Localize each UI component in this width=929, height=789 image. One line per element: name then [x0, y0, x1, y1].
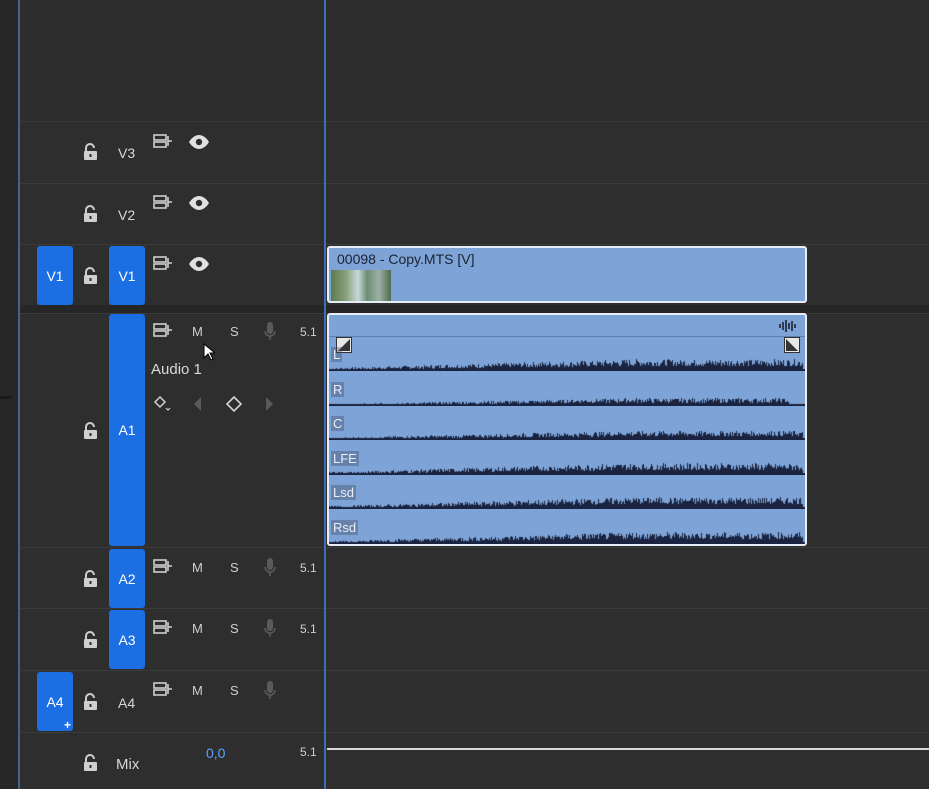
microphone-icon[interactable]	[263, 618, 277, 640]
track-name[interactable]: Audio 1	[151, 361, 202, 378]
channel-label: C	[331, 416, 345, 431]
source-patch-v1[interactable]: V1	[37, 246, 73, 305]
mute-button[interactable]: M	[192, 621, 203, 636]
audio-channel-c: C	[329, 406, 805, 440]
plus-icon: +	[63, 718, 71, 732]
track-row-v2: V2	[20, 183, 929, 244]
track-label-mix: Mix	[116, 756, 140, 773]
audio-channel-r: R	[329, 371, 805, 406]
channel-format: 5.1	[300, 745, 317, 759]
track-header-v2: V2	[20, 184, 324, 244]
mix-track-line	[327, 748, 929, 750]
sync-lock-icon[interactable]	[153, 133, 173, 149]
audio-clip[interactable]: L R C LFE Lsd Rsd	[327, 313, 807, 546]
track-header-v3: V3	[20, 122, 324, 183]
timeline-panel: V3 V2 V1 V1 A1 M S 5.1 Audio 1 A2 M S 5.…	[0, 0, 929, 789]
microphone-icon[interactable]	[263, 321, 277, 343]
track-label-a4[interactable]: A4	[118, 695, 135, 711]
timeline-header-area	[20, 0, 929, 121]
track-row-a3: A3 M S 5.1	[20, 608, 929, 670]
audio-channel-lsd: Lsd	[329, 475, 805, 509]
track-target-v1[interactable]: V1	[109, 246, 145, 305]
solo-button[interactable]: S	[230, 560, 239, 575]
panel-resize-handle[interactable]	[0, 396, 12, 399]
track-label-v3: V3	[118, 145, 136, 161]
keyframe-diamond-icon[interactable]	[152, 394, 172, 414]
sync-lock-icon[interactable]	[153, 558, 173, 574]
channel-format: 5.1	[300, 561, 317, 575]
channel-format: 5.1	[300, 622, 317, 636]
add-keyframe-icon[interactable]	[225, 395, 243, 413]
lock-open-icon[interactable]	[82, 753, 100, 773]
clip-name: 00098 - Copy.MTS [V]	[337, 251, 475, 267]
channel-label: L	[331, 347, 343, 362]
sync-lock-icon[interactable]	[153, 619, 173, 635]
track-header-v1: V1 V1	[20, 245, 324, 305]
waveform	[329, 475, 805, 509]
prev-keyframe-icon[interactable]	[192, 395, 204, 413]
track-header-a3: A3 M S 5.1	[20, 609, 324, 670]
track-header-a4: A4 + A4 M S	[20, 671, 324, 732]
eye-icon[interactable]	[188, 134, 210, 150]
track-row-v3: V3	[20, 121, 929, 183]
video-clip[interactable]: 00098 - Copy.MTS [V]	[327, 246, 807, 303]
lock-open-icon[interactable]	[82, 569, 100, 589]
channel-label: Rsd	[331, 519, 359, 535]
lock-open-icon[interactable]	[82, 421, 100, 441]
waveform	[329, 406, 805, 440]
microphone-icon[interactable]	[263, 557, 277, 579]
channel-label: R	[331, 381, 345, 397]
eye-icon[interactable]	[188, 256, 210, 272]
solo-button[interactable]: S	[230, 621, 239, 636]
mute-button[interactable]: M	[192, 683, 203, 698]
waveform	[329, 440, 805, 475]
sync-lock-icon[interactable]	[153, 255, 173, 271]
audio-channel-rsd: Rsd	[329, 509, 805, 544]
waveform	[329, 371, 805, 406]
microphone-icon[interactable]	[263, 680, 277, 702]
channel-label: Lsd	[331, 485, 356, 500]
sync-lock-icon[interactable]	[153, 194, 173, 210]
video-audio-divider[interactable]	[20, 305, 929, 313]
solo-button[interactable]: S	[230, 324, 239, 339]
lock-open-icon[interactable]	[82, 692, 100, 712]
track-target-a1[interactable]: A1	[109, 314, 145, 546]
lock-open-icon[interactable]	[82, 204, 100, 224]
waveform	[329, 337, 805, 371]
next-keyframe-icon[interactable]	[263, 395, 275, 413]
lock-open-icon[interactable]	[82, 142, 100, 162]
mix-volume-value[interactable]: 0,0	[206, 745, 225, 761]
header-timeline-separator	[324, 0, 326, 789]
track-header-mix: Mix 0,0 5.1	[20, 733, 324, 789]
solo-button[interactable]: S	[230, 683, 239, 698]
channel-label: LFE	[331, 450, 359, 466]
track-row-a2: A2 M S 5.1	[20, 547, 929, 608]
track-header-a1: A1 M S 5.1 Audio 1	[20, 314, 324, 547]
waveform	[329, 509, 805, 544]
track-target-a2[interactable]: A2	[109, 549, 145, 608]
audio-channel-lfe: LFE	[329, 440, 805, 475]
mute-button[interactable]: M	[192, 560, 203, 575]
track-header-a2: A2 M S 5.1	[20, 548, 324, 608]
audio-channel-l: L	[329, 337, 805, 371]
track-target-a3[interactable]: A3	[109, 610, 145, 669]
clip-thumbnail	[331, 270, 391, 301]
mouse-cursor	[203, 342, 217, 366]
track-label-v2: V2	[118, 207, 136, 223]
panel-edge	[0, 0, 18, 789]
mute-button[interactable]: M	[192, 324, 203, 339]
sync-lock-icon[interactable]	[153, 322, 173, 338]
eye-icon[interactable]	[188, 195, 210, 211]
sync-lock-icon[interactable]	[153, 681, 173, 697]
lock-open-icon[interactable]	[82, 630, 100, 650]
waveform-icon	[779, 319, 797, 338]
source-patch-label: A4	[46, 693, 64, 710]
track-row-mix: Mix 0,0 5.1	[20, 732, 929, 789]
source-patch-a4[interactable]: A4 +	[37, 672, 73, 732]
track-row-a4: A4 + A4 M S	[20, 670, 929, 732]
clip-header-bar	[329, 315, 805, 337]
channel-format: 5.1	[300, 325, 317, 339]
lock-open-icon[interactable]	[82, 266, 100, 286]
